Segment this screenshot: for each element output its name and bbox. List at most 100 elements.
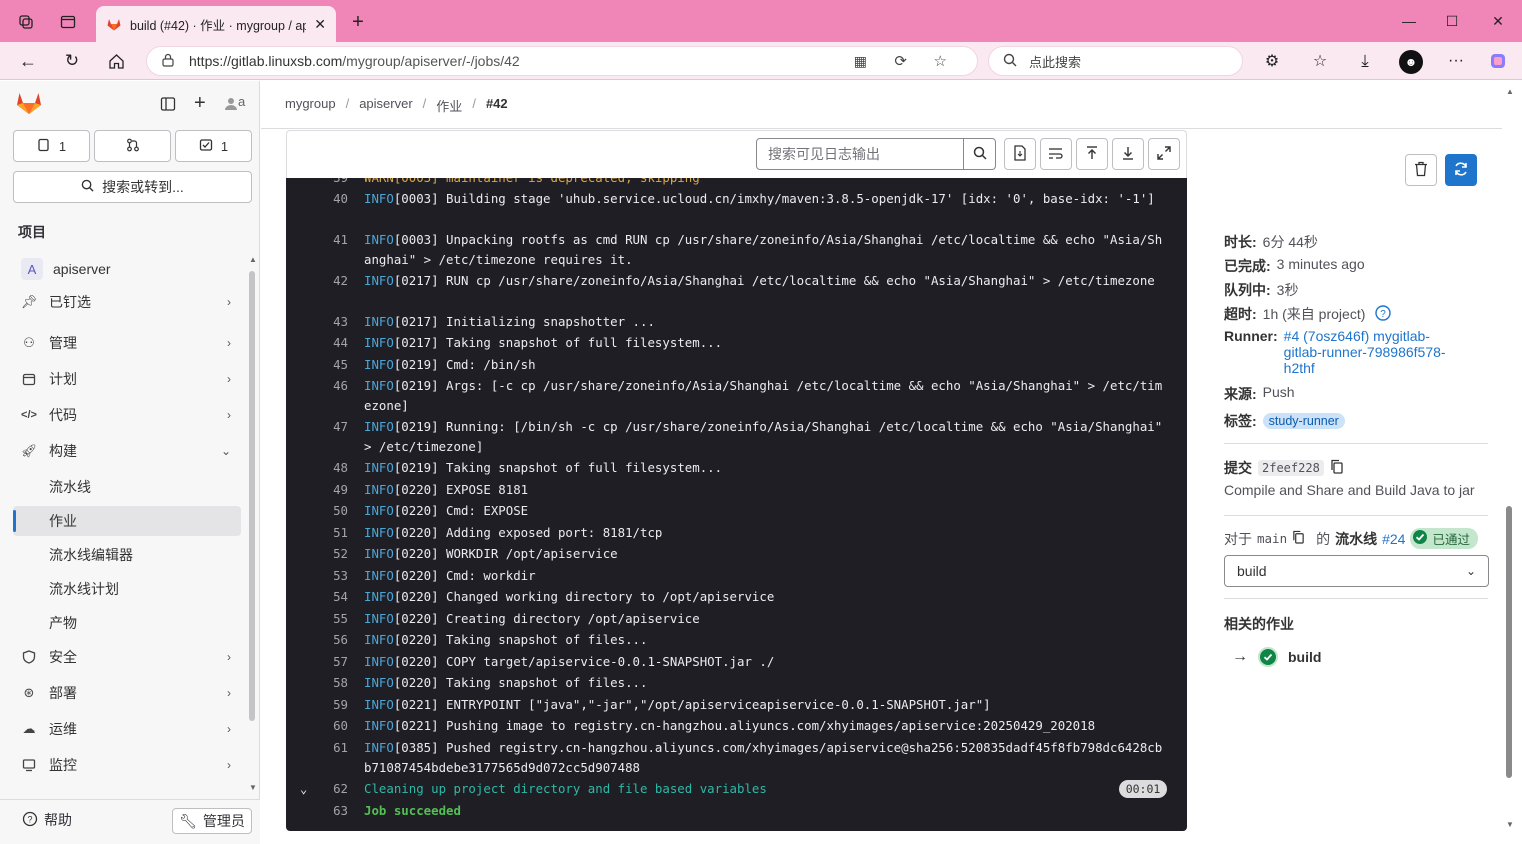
commit-sha-link[interactable]: 2feef228 <box>1258 460 1324 476</box>
line-number[interactable]: 57 <box>316 652 348 672</box>
line-number[interactable]: 63 <box>316 801 348 821</box>
line-number[interactable]: 60 <box>316 716 348 736</box>
favorites-icon[interactable]: ☆ <box>1310 51 1330 71</box>
line-number[interactable]: 39 <box>316 178 348 188</box>
line-number[interactable]: 45 <box>316 355 348 375</box>
line-number[interactable]: 55 <box>316 609 348 629</box>
log-search-input[interactable]: 搜索可见日志输出 <box>756 138 964 170</box>
scroll-to-top-button[interactable] <box>1076 138 1108 170</box>
extensions-icon[interactable]: ⚙ <box>1262 51 1282 71</box>
back-icon[interactable]: ← <box>18 51 38 71</box>
line-number[interactable]: 61 <box>316 738 348 758</box>
scroll-down-icon[interactable]: ▼ <box>1506 820 1514 829</box>
line-number[interactable]: 40 <box>316 189 348 209</box>
sidebar-item-operate[interactable]: ☁︎ 运维 › <box>13 714 241 744</box>
line-number[interactable]: 48 <box>316 458 348 478</box>
breadcrumb-jobs[interactable]: 作业 <box>436 96 462 115</box>
tab-actions-icon[interactable] <box>58 12 78 32</box>
page-scrollbar[interactable]: ▲ ▼ <box>1502 81 1522 844</box>
sidebar-item-monitor[interactable]: 监控 › <box>13 750 241 780</box>
chevron-down-icon[interactable]: ⌄ <box>300 779 307 799</box>
add-favorite-icon[interactable]: ☆ <box>934 52 947 70</box>
breadcrumb-group[interactable]: mygroup <box>285 96 336 115</box>
browser-tab-active[interactable]: build (#42) · 作业 · mygroup / api ✕ <box>96 6 336 42</box>
line-number[interactable]: 41 <box>316 230 348 250</box>
sidebar-scrollbar[interactable]: ▲ ▼ <box>247 255 257 795</box>
related-job-item[interactable]: → build <box>1232 647 1321 667</box>
sidebar-subitem-jobs[interactable]: 作业 <box>13 506 241 536</box>
home-icon[interactable] <box>106 51 126 71</box>
breadcrumb-current-job[interactable]: #42 <box>486 96 508 115</box>
scroll-up-icon[interactable]: ▲ <box>1506 87 1514 96</box>
line-number[interactable]: 49 <box>316 480 348 500</box>
breadcrumb-project[interactable]: apiserver <box>359 96 412 115</box>
sidebar-item-secure[interactable]: 安全 › <box>13 642 241 672</box>
sidebar-item-plan[interactable]: 计划 › <box>13 364 241 394</box>
refresh-icon[interactable]: ↻ <box>62 51 82 71</box>
line-number[interactable]: 51 <box>316 523 348 543</box>
close-tab-icon[interactable]: ✕ <box>314 16 326 33</box>
help-button[interactable]: ? 帮助 <box>22 810 72 830</box>
create-new-icon[interactable]: + <box>194 92 206 115</box>
stage-select[interactable]: build ⌄ <box>1224 555 1489 587</box>
line-number[interactable]: 47 <box>316 417 348 437</box>
line-number[interactable]: 53 <box>316 566 348 586</box>
sidebar-subitem-artifacts[interactable]: 产物 <box>13 608 241 638</box>
runner-link[interactable]: #4 (7osz646f) mygitlab-gitlab-runner-798… <box>1284 328 1446 376</box>
line-number[interactable]: 50 <box>316 501 348 521</box>
close-window-icon[interactable]: ✕ <box>1487 10 1509 32</box>
minimize-icon[interactable]: — <box>1398 10 1420 32</box>
app-available-icon[interactable]: ▦ <box>854 53 867 70</box>
scroll-down-icon[interactable]: ▼ <box>249 783 257 792</box>
maximize-icon[interactable]: ☐ <box>1441 10 1463 32</box>
line-number[interactable]: 43 <box>316 312 348 332</box>
scroll-up-icon[interactable]: ▲ <box>249 255 257 264</box>
copy-icon[interactable] <box>1292 530 1305 547</box>
toggle-sidebar-icon[interactable] <box>160 96 176 115</box>
todos-count-button[interactable]: 1 <box>175 130 252 162</box>
copilot-icon[interactable] <box>1488 51 1508 71</box>
branch-name[interactable]: main <box>1257 531 1287 546</box>
sidebar-item-code[interactable]: </> 代码 › <box>13 400 241 430</box>
sidebar-subitem-pipelines[interactable]: 流水线 <box>13 472 241 502</box>
line-number[interactable]: 62 <box>316 779 348 799</box>
sidebar-item-build[interactable]: 🚀︎ 构建 ⌄ <box>13 436 241 466</box>
erase-job-button[interactable] <box>1405 154 1437 186</box>
show-raw-button[interactable] <box>1004 138 1036 170</box>
new-tab-icon[interactable]: + <box>348 11 368 33</box>
copy-icon[interactable] <box>1330 459 1344 477</box>
downloads-icon[interactable]: ⤓ <box>1355 51 1375 71</box>
sidebar-subitem-pipeline-schedules[interactable]: 流水线计划 <box>13 574 241 604</box>
search-or-goto-button[interactable]: 搜索或转到... <box>13 171 252 203</box>
merge-requests-button[interactable] <box>94 130 171 162</box>
workspaces-icon[interactable] <box>16 12 36 32</box>
line-number[interactable]: 44 <box>316 333 348 353</box>
sidebar-item-pinned[interactable]: 📌︎ 已钉选 › <box>13 287 241 317</box>
line-number[interactable]: 52 <box>316 544 348 564</box>
address-bar[interactable]: https://gitlab.linuxsb.com/mygroup/apise… <box>146 46 978 76</box>
sidebar-scroll-thumb[interactable] <box>249 271 255 721</box>
line-number[interactable]: 54 <box>316 587 348 607</box>
sidebar-project-link[interactable]: A apiserver <box>13 254 241 284</box>
wrap-lines-button[interactable] <box>1040 138 1072 170</box>
log-search-button[interactable] <box>964 138 996 170</box>
sidebar-item-deploy[interactable]: ⊛ 部署 › <box>13 678 241 708</box>
help-icon[interactable]: ? <box>1375 304 1392 324</box>
sidebar-subitem-pipeline-editor[interactable]: 流水线编辑器 <box>13 540 241 570</box>
pipeline-link[interactable]: #24 <box>1382 531 1405 547</box>
user-avatar[interactable]: a <box>224 94 248 114</box>
issues-count-button[interactable]: 1 <box>13 130 90 162</box>
pipeline-status-badge[interactable]: 已通过 <box>1410 528 1478 549</box>
line-number[interactable]: 58 <box>316 673 348 693</box>
line-number[interactable]: 56 <box>316 630 348 650</box>
site-info-icon[interactable] <box>161 53 175 70</box>
scroll-to-bottom-button[interactable] <box>1112 138 1144 170</box>
browser-search-box[interactable]: 点此搜索 <box>988 46 1243 76</box>
profile-avatar[interactable]: ☻ <box>1399 50 1423 74</box>
line-number[interactable]: 46 <box>316 376 348 396</box>
gitlab-logo-icon[interactable] <box>16 91 42 118</box>
more-menu-icon[interactable]: ··· <box>1446 51 1466 71</box>
line-number[interactable]: 59 <box>316 695 348 715</box>
page-scroll-thumb[interactable] <box>1506 506 1512 778</box>
line-number[interactable]: 42 <box>316 271 348 291</box>
